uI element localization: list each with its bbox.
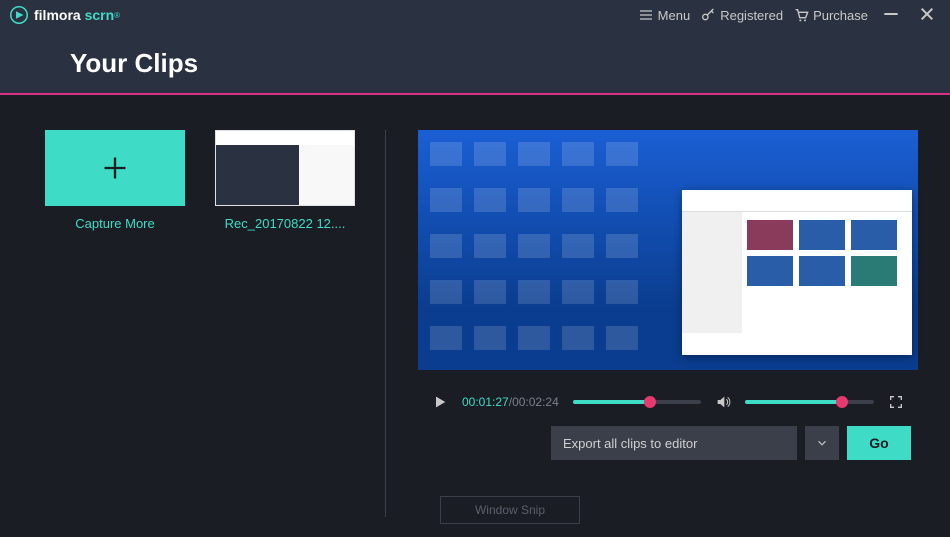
preview-frame[interactable]: [418, 130, 918, 384]
registered-label: Registered: [720, 8, 783, 23]
registered-button[interactable]: Registered: [700, 7, 783, 23]
logo-tm: ®: [114, 11, 120, 20]
page-title: Your Clips: [70, 48, 880, 79]
purchase-label: Purchase: [813, 8, 868, 23]
time-display: 00:01:27/00:02:24: [462, 395, 559, 409]
clip-thumbnail[interactable]: [215, 130, 355, 206]
fullscreen-button[interactable]: [888, 394, 904, 410]
capture-more-item: Capture More: [45, 130, 185, 517]
panel-divider: [385, 130, 386, 517]
duration: 00:02:24: [512, 395, 559, 409]
fullscreen-icon: [888, 394, 904, 410]
plus-icon: [101, 154, 129, 182]
export-dropdown-button[interactable]: [805, 426, 839, 460]
volume-button[interactable]: [715, 394, 731, 410]
key-icon: [700, 7, 716, 23]
export-row: Export all clips to editor Go: [551, 426, 911, 460]
export-selected-label: Export all clips to editor: [563, 436, 697, 451]
menu-button[interactable]: Menu: [638, 7, 691, 23]
export-select[interactable]: Export all clips to editor: [551, 426, 797, 460]
window-snip-button[interactable]: Window Snip: [440, 496, 580, 524]
close-icon: [919, 6, 935, 22]
header: Your Clips: [0, 30, 950, 93]
go-label: Go: [869, 435, 888, 451]
minimize-icon: [883, 6, 899, 22]
volume-icon: [715, 394, 731, 410]
preview-panel: 00:01:27/00:02:24 Export all clips to ed…: [411, 130, 925, 517]
go-button[interactable]: Go: [847, 426, 911, 460]
menu-label: Menu: [658, 8, 691, 23]
titlebar: filmora scrn ® Menu Registered Purchase: [0, 0, 950, 30]
cart-icon: [793, 7, 809, 23]
current-time: 00:01:27: [462, 395, 509, 409]
capture-more-button[interactable]: [45, 130, 185, 206]
clip-item: Rec_20170822 12....: [215, 130, 355, 517]
logo-mark-icon: [10, 6, 28, 24]
minimize-button[interactable]: [878, 6, 904, 25]
purchase-button[interactable]: Purchase: [793, 7, 868, 23]
menu-icon: [638, 7, 654, 23]
logo-product: scrn: [85, 7, 115, 23]
logo-brand: filmora: [34, 7, 81, 23]
capture-more-label: Capture More: [45, 216, 185, 231]
player-controls: 00:01:27/00:02:24: [418, 384, 918, 420]
clip-label: Rec_20170822 12....: [215, 216, 355, 231]
clips-panel: Capture More Rec_20170822 12....: [45, 130, 375, 517]
chevron-down-icon: [815, 436, 829, 450]
volume-slider[interactable]: [745, 400, 874, 404]
logo: filmora scrn ®: [10, 6, 120, 24]
close-button[interactable]: [914, 6, 940, 25]
progress-slider[interactable]: [573, 400, 702, 404]
window-snip-label: Window Snip: [475, 503, 545, 517]
play-icon: [432, 394, 448, 410]
main: Capture More Rec_20170822 12....: [0, 95, 950, 537]
play-button[interactable]: [432, 394, 448, 410]
